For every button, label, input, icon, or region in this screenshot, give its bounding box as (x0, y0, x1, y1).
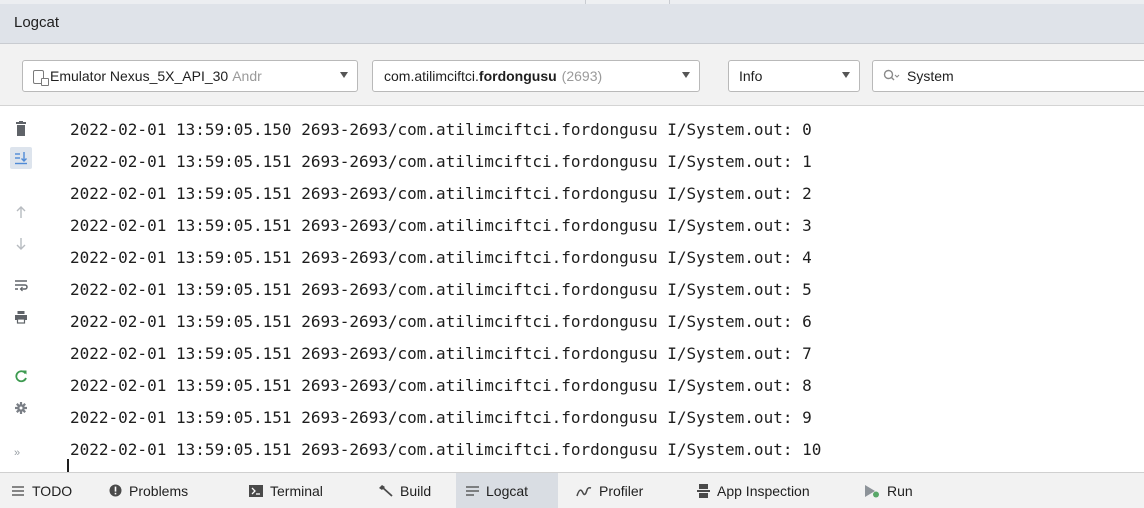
more-icon[interactable]: » (14, 447, 20, 459)
filter-toolbar: Emulator Nexus_5X_API_30 Andr com.atilim… (0, 44, 1144, 106)
arrow-down-icon (16, 238, 26, 250)
arrow-up-icon (16, 206, 26, 218)
tab-build[interactable]: Build (378, 473, 431, 508)
log-line: 2022-02-01 13:59:05.151 2693-2693/com.at… (70, 184, 812, 203)
tab-problems[interactable]: Problems (109, 473, 188, 508)
tab-label: Terminal (270, 482, 323, 499)
log-line: 2022-02-01 13:59:05.151 2693-2693/com.at… (70, 376, 812, 395)
logcat-side-toolbar: » (0, 106, 46, 472)
print-button[interactable] (10, 306, 32, 328)
profiler-icon (576, 485, 592, 497)
tab-todo[interactable]: TODO (11, 473, 72, 508)
tab-label: App Inspection (717, 482, 810, 499)
log-line: 2022-02-01 13:59:05.151 2693-2693/com.at… (70, 248, 812, 267)
search-icon (883, 69, 900, 81)
clear-logcat-button[interactable] (10, 118, 32, 140)
app-inspection-icon (697, 483, 710, 498)
log-level-select[interactable]: Info (728, 60, 860, 92)
search-input[interactable]: System (872, 60, 1144, 92)
tab-label: Profiler (599, 482, 644, 499)
tab-label: Run (887, 482, 913, 499)
restart-icon (15, 370, 27, 383)
log-output: 2022-02-01 13:59:05.150 2693-2693/com.at… (70, 114, 821, 466)
process-package-name: fordongusu (478, 68, 557, 84)
problems-icon (109, 484, 122, 497)
device-icon (33, 70, 49, 86)
log-level-value: Info (739, 68, 763, 84)
tab-run[interactable]: Run (864, 473, 913, 508)
terminal-icon (249, 484, 263, 497)
search-value: System (907, 68, 954, 84)
tab-label: Logcat (486, 482, 529, 499)
scroll-to-end-button[interactable] (10, 147, 32, 169)
process-pid: (2693) (561, 68, 603, 84)
window-title: Logcat (14, 14, 60, 31)
logcat-settings-button[interactable] (10, 397, 32, 419)
log-area: » 2022-02-01 13:59:05.150 2693-2693/com.… (0, 106, 1144, 475)
device-label-suffix: Andr (232, 68, 262, 84)
list-icon (11, 485, 25, 497)
chevron-down-icon (682, 72, 690, 78)
restart-button[interactable] (10, 365, 32, 387)
log-line: 2022-02-01 13:59:05.151 2693-2693/com.at… (70, 216, 812, 235)
log-line: 2022-02-01 13:59:05.151 2693-2693/com.at… (70, 312, 812, 331)
settings-icon (15, 402, 27, 414)
device-label: Emulator Nexus_5X_API_30 (50, 68, 229, 84)
top-tab-edge (585, 0, 670, 4)
tab-label: Problems (129, 482, 189, 499)
process-selector[interactable]: com.atilimciftci. fordongusu (2693) (372, 60, 700, 92)
log-line: 2022-02-01 13:59:05.151 2693-2693/com.at… (70, 440, 822, 459)
hammer-icon (378, 484, 393, 497)
top-edge (0, 0, 1144, 4)
trash-icon (16, 121, 26, 136)
chevron-down-icon (842, 72, 850, 78)
log-line: 2022-02-01 13:59:05.151 2693-2693/com.at… (70, 344, 812, 363)
logcat-header: Logcat (0, 0, 1144, 44)
device-selector[interactable]: Emulator Nexus_5X_API_30 Andr (22, 60, 358, 92)
tab-logcat[interactable]: Logcat (456, 473, 558, 508)
chevron-down-icon (340, 72, 348, 78)
up-button[interactable] (10, 201, 32, 223)
soft-wrap-icon (15, 280, 28, 292)
log-line: 2022-02-01 13:59:05.150 2693-2693/com.at… (70, 120, 812, 139)
tab-label: Build (400, 482, 432, 499)
tab-terminal[interactable]: Terminal (249, 473, 323, 508)
tab-label: TODO (32, 482, 73, 499)
tool-window-bar: TODO Problems Terminal Build Logcat Prof… (0, 472, 1144, 508)
tab-app-inspection[interactable]: App Inspection (697, 473, 810, 508)
scroll-to-end-icon (15, 152, 27, 165)
run-icon (864, 484, 880, 498)
logcat-icon (466, 485, 479, 496)
log-line: 2022-02-01 13:59:05.151 2693-2693/com.at… (70, 408, 812, 427)
print-icon (15, 311, 27, 324)
log-line: 2022-02-01 13:59:05.151 2693-2693/com.at… (70, 152, 812, 171)
tab-profiler[interactable]: Profiler (576, 473, 643, 508)
log-line: 2022-02-01 13:59:05.151 2693-2693/com.at… (70, 280, 812, 299)
process-package-prefix: com.atilimciftci. (384, 68, 479, 84)
soft-wrap-button[interactable] (10, 274, 32, 296)
down-button[interactable] (10, 233, 32, 255)
